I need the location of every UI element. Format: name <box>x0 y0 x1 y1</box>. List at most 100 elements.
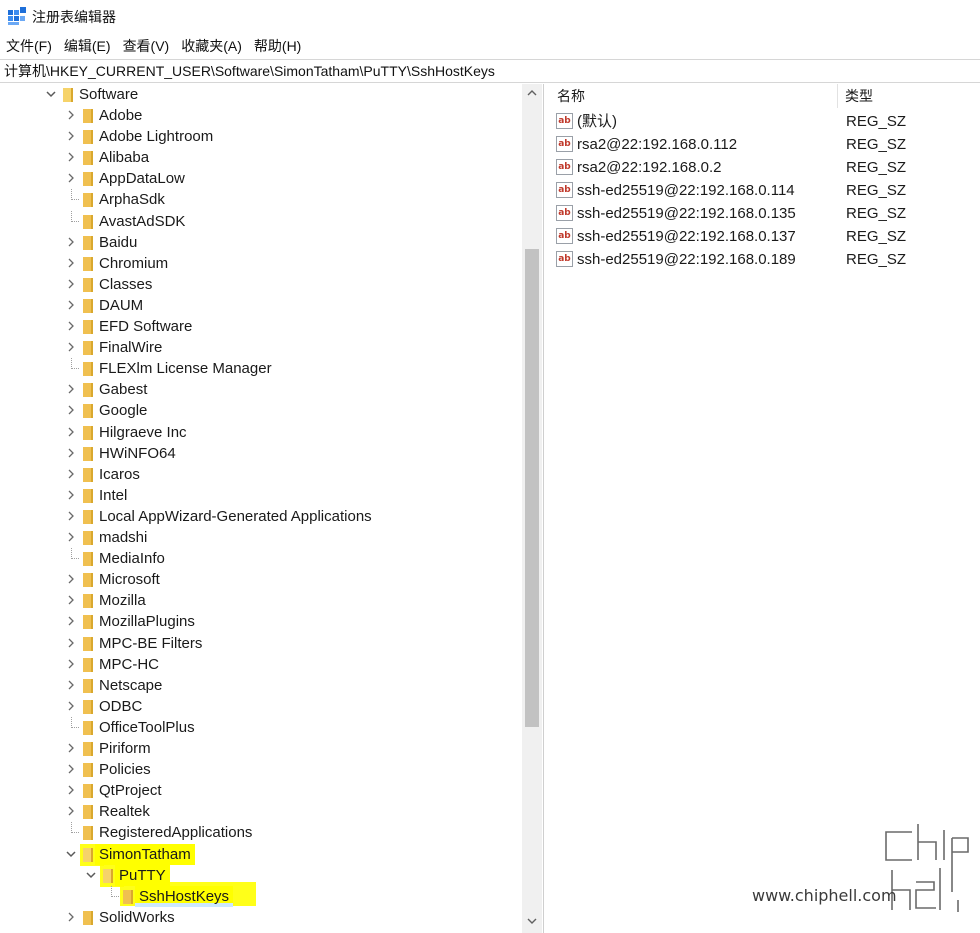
chevron-right-icon[interactable] <box>65 907 77 928</box>
value-row[interactable]: ab ssh-ed25519@22:192.168.0.189 REG_SZ <box>550 248 980 271</box>
tree-node[interactable]: Baidu <box>0 232 520 253</box>
tree-node[interactable]: OfficeToolPlus <box>0 717 520 738</box>
chevron-right-icon[interactable] <box>65 590 77 611</box>
chevron-right-icon[interactable] <box>65 147 77 168</box>
value-list[interactable]: 名称 类型 ab (默认) REG_SZ ab rsa2@22:192.168.0.11… <box>550 84 980 933</box>
tree-node[interactable]: Policies <box>0 759 520 780</box>
chevron-right-icon[interactable] <box>65 738 77 759</box>
chevron-right-icon[interactable] <box>65 443 77 464</box>
tree-node[interactable]: SimonTatham <box>0 844 520 865</box>
menu-item[interactable]: 帮助(H) <box>248 36 307 58</box>
column-header-name[interactable]: 名称 <box>550 84 838 108</box>
tree-node[interactable]: Gabest <box>0 379 520 400</box>
tree-node[interactable]: Microsoft <box>0 569 520 590</box>
chevron-right-icon[interactable] <box>65 527 77 548</box>
chevron-right-icon[interactable] <box>65 464 77 485</box>
tree-node[interactable]: Software <box>0 84 520 105</box>
scroll-down-arrow-icon[interactable] <box>522 912 542 930</box>
tree-node[interactable]: Google <box>0 400 520 421</box>
menu-item[interactable]: 编辑(E) <box>58 36 117 58</box>
tree-node[interactable]: Adobe <box>0 105 520 126</box>
key-tree[interactable]: Software Adobe Adobe Lightroom Alibaba AppDa… <box>0 84 544 933</box>
tree-node[interactable]: RegisteredApplications <box>0 822 520 843</box>
tree-node[interactable]: Icaros <box>0 464 520 485</box>
tree-node[interactable]: ODBC <box>0 696 520 717</box>
tree-node[interactable]: Intel <box>0 485 520 506</box>
chevron-right-icon[interactable] <box>65 569 77 590</box>
value-row[interactable]: ab ssh-ed25519@22:192.168.0.135 REG_SZ <box>550 202 980 225</box>
scroll-thumb[interactable] <box>525 249 539 727</box>
tree-node[interactable]: madshi <box>0 527 520 548</box>
chevron-right-icon[interactable] <box>65 274 77 295</box>
tree-node[interactable]: EFD Software <box>0 316 520 337</box>
chevron-right-icon[interactable] <box>65 337 77 358</box>
tree-vertical-scrollbar[interactable] <box>522 84 542 933</box>
chevron-right-icon[interactable] <box>65 168 77 189</box>
tree-node[interactable]: AppDataLow <box>0 168 520 189</box>
chevron-right-icon[interactable] <box>65 232 77 253</box>
chevron-right-icon[interactable] <box>65 400 77 421</box>
value-row[interactable]: ab ssh-ed25519@22:192.168.0.137 REG_SZ <box>550 225 980 248</box>
menu-item[interactable]: 文件(F) <box>0 36 58 58</box>
value-row[interactable]: ab (默认) REG_SZ <box>550 110 980 133</box>
scroll-up-arrow-icon[interactable] <box>522 84 542 102</box>
tree-node[interactable]: Realtek <box>0 801 520 822</box>
tree-node[interactable]: FinalWire <box>0 337 520 358</box>
tree-node[interactable]: SolidWorks <box>0 907 520 928</box>
chevron-right-icon[interactable] <box>65 253 77 274</box>
menu-item[interactable]: 查看(V) <box>117 36 176 58</box>
chevron-right-icon[interactable] <box>65 316 77 337</box>
tree-node[interactable]: FLEXlm License Manager <box>0 358 520 379</box>
address-bar[interactable]: 计算机\HKEY_CURRENT_USER\Software\SimonTath… <box>0 59 980 83</box>
tree-node[interactable]: AvastAdSDK <box>0 211 520 232</box>
tree-node[interactable]: DAUM <box>0 295 520 316</box>
tree-node[interactable]: QtProject <box>0 780 520 801</box>
chevron-right-icon[interactable] <box>65 611 77 632</box>
chevron-right-icon[interactable] <box>65 780 77 801</box>
chevron-right-icon[interactable] <box>65 295 77 316</box>
chevron-down-icon[interactable] <box>45 84 57 105</box>
column-header-type[interactable]: 类型 <box>838 84 980 108</box>
tree-node[interactable]: MozillaPlugins <box>0 611 520 632</box>
value-row[interactable]: ab rsa2@22:192.168.0.2 REG_SZ <box>550 156 980 179</box>
tree-node[interactable]: Local AppWizard-Generated Applications <box>0 506 520 527</box>
tree-node[interactable]: Classes <box>0 274 520 295</box>
chevron-right-icon[interactable] <box>65 633 77 654</box>
tree-node[interactable]: MPC-BE Filters <box>0 633 520 654</box>
tree-node[interactable]: Hilgraeve Inc <box>0 422 520 443</box>
tree-node[interactable]: MPC-HC <box>0 654 520 675</box>
value-row[interactable]: ab rsa2@22:192.168.0.112 REG_SZ <box>550 133 980 156</box>
tree-node[interactable]: PuTTY <box>0 865 520 886</box>
open-folder-icon <box>83 848 93 862</box>
value-row[interactable]: ab ssh-ed25519@22:192.168.0.114 REG_SZ <box>550 179 980 202</box>
chevron-right-icon[interactable] <box>65 126 77 147</box>
chevron-down-icon[interactable] <box>85 865 97 886</box>
value-type: REG_SZ <box>846 251 907 268</box>
tree-node[interactable]: ArphaSdk <box>0 189 520 210</box>
chevron-right-icon[interactable] <box>65 801 77 822</box>
value-name: ssh-ed25519@22:192.168.0.189 <box>577 251 796 268</box>
tree-node-label: Realtek <box>99 803 150 820</box>
chevron-right-icon[interactable] <box>65 506 77 527</box>
tree-node[interactable]: Chromium <box>0 253 520 274</box>
folder-icon <box>83 278 93 292</box>
chevron-right-icon[interactable] <box>65 422 77 443</box>
tree-node[interactable]: MediaInfo <box>0 548 520 569</box>
chevron-right-icon[interactable] <box>65 105 77 126</box>
tree-node[interactable]: HWiNFO64 <box>0 443 520 464</box>
tree-node[interactable]: Netscape <box>0 675 520 696</box>
tree-node[interactable]: SshHostKeys <box>0 886 520 907</box>
chevron-right-icon[interactable] <box>65 696 77 717</box>
chevron-right-icon[interactable] <box>65 485 77 506</box>
chevron-right-icon[interactable] <box>65 759 77 780</box>
tree-node[interactable]: Mozilla <box>0 590 520 611</box>
tree-node[interactable]: Adobe Lightroom <box>0 126 520 147</box>
chevron-right-icon[interactable] <box>65 379 77 400</box>
tree-node[interactable]: Alibaba <box>0 147 520 168</box>
value-type: REG_SZ <box>846 205 907 222</box>
chevron-right-icon[interactable] <box>65 675 77 696</box>
menu-item[interactable]: 收藏夹(A) <box>175 36 248 58</box>
chevron-down-icon[interactable] <box>65 844 77 865</box>
tree-node[interactable]: Piriform <box>0 738 520 759</box>
chevron-right-icon[interactable] <box>65 654 77 675</box>
